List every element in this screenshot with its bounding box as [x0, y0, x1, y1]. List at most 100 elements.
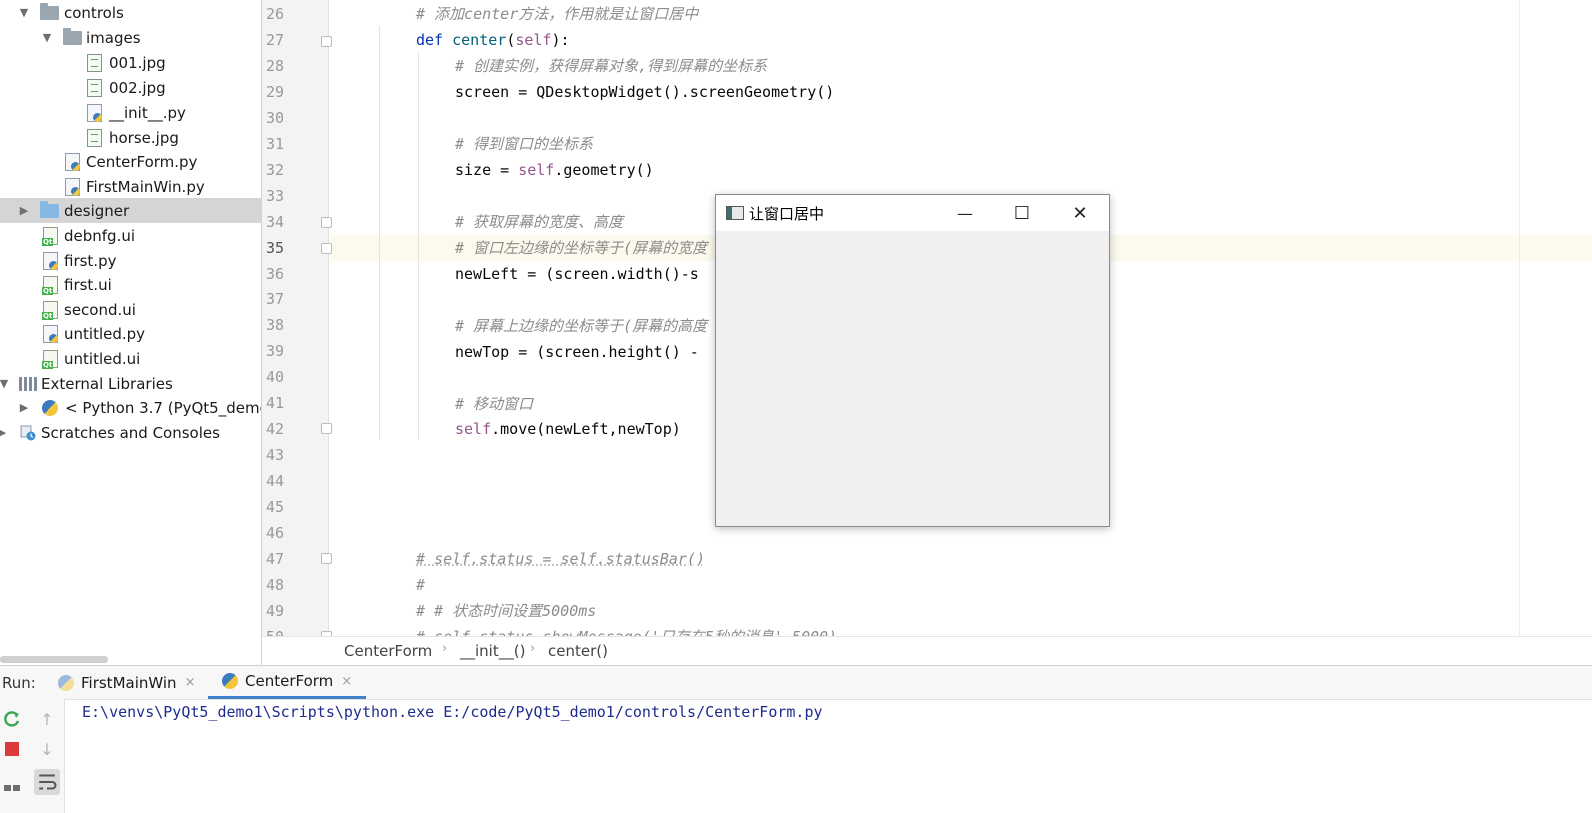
image-file-icon	[87, 129, 102, 147]
fold-marker[interactable]	[321, 243, 332, 254]
tree-item-label: second.ui	[64, 300, 136, 319]
tree-item-label: debnfg.ui	[64, 226, 136, 245]
code-comment: # 得到窗口的坐标系	[455, 135, 594, 153]
chevron-down-icon[interactable]: ▼	[18, 6, 30, 19]
tree-item-label: CenterForm.py	[86, 152, 198, 171]
breadcrumb-item-init[interactable]: __init__()	[460, 642, 525, 660]
line-number: 36	[265, 264, 284, 283]
tab-centerform[interactable]: CenterForm ×	[208, 666, 367, 699]
tree-item-firstmainwin-py[interactable]: FirstMainWin.py	[0, 174, 261, 199]
line-number: 33	[265, 186, 284, 205]
python-file-icon	[65, 178, 80, 196]
window-app-icon	[726, 206, 744, 220]
tab-firstmainwin[interactable]: FirstMainWin ×	[58, 666, 195, 699]
line-number: 32	[265, 160, 284, 179]
chevron-right-icon[interactable]: ▶	[18, 401, 30, 414]
code-text: size =	[455, 161, 519, 179]
line-number: 44	[265, 472, 284, 491]
python-file-icon	[87, 104, 102, 122]
code-paren: ):	[551, 31, 570, 49]
tree-item-second-ui[interactable]: Qt second.ui	[0, 297, 261, 322]
window-client-area	[716, 231, 1109, 526]
window-titlebar[interactable]: 让窗口居中 — ☐ ✕	[716, 195, 1109, 231]
tree-item-untitled-ui[interactable]: Qt untitled.ui	[0, 346, 261, 371]
tree-horizontal-scrollbar[interactable]	[0, 656, 108, 663]
soft-wrap-icon[interactable]	[34, 769, 60, 795]
tree-item-label: 001.jpg	[109, 53, 166, 72]
tree-item-001-jpg[interactable]: 001.jpg	[0, 50, 261, 75]
close-icon[interactable]: ×	[341, 674, 352, 689]
arrow-down-icon[interactable]: ↓	[37, 739, 57, 759]
code-comment: # 屏幕上边缘的坐标等于(屏幕的高度	[455, 317, 708, 335]
tree-item-images[interactable]: ▼ images	[0, 25, 261, 50]
tree-item-scratches[interactable]: ▶ Scratches and Consoles	[0, 420, 261, 445]
tree-item-designer[interactable]: ▶ designer	[0, 198, 261, 223]
fold-marker[interactable]	[321, 553, 332, 564]
tree-item-debnfg-ui[interactable]: Qt debnfg.ui	[0, 223, 261, 248]
tree-item-002-jpg[interactable]: 002.jpg	[0, 75, 261, 100]
line-number: 31	[265, 134, 284, 153]
tree-item-external-libraries[interactable]: ▼ External Libraries	[0, 371, 261, 396]
centered-window[interactable]: 让窗口居中 — ☐ ✕	[715, 194, 1110, 527]
tree-item-label: untitled.py	[64, 324, 146, 343]
tree-item-centerform-py[interactable]: CenterForm.py	[0, 149, 261, 174]
scratches-icon	[20, 425, 36, 441]
tree-item-first-ui[interactable]: Qt first.ui	[0, 272, 261, 297]
tree-item-python-sdk[interactable]: ▶ < Python 3.7 (PyQt5_demo	[0, 395, 261, 420]
close-icon[interactable]: ×	[185, 675, 196, 690]
fold-marker[interactable]	[321, 217, 332, 228]
layout-icon[interactable]	[2, 777, 22, 797]
line-number: 30	[265, 108, 284, 127]
fold-marker[interactable]	[321, 423, 332, 434]
self-keyword: self	[515, 31, 552, 49]
tree-item-label: __init__.py	[109, 103, 186, 122]
code-comment: # 添加center方法，作用就是让窗口居中	[416, 5, 699, 23]
stop-icon[interactable]	[2, 739, 22, 759]
folder-icon	[40, 3, 59, 20]
indent-guide	[379, 26, 380, 440]
fold-marker[interactable]	[321, 36, 332, 47]
line-number: 45	[265, 498, 284, 517]
tree-item-untitled-py[interactable]: untitled.py	[0, 321, 261, 346]
chevron-down-icon[interactable]: ▼	[41, 31, 53, 44]
arrow-up-icon[interactable]: ↑	[37, 709, 57, 729]
tree-item-horse-jpg[interactable]: horse.jpg	[0, 125, 261, 150]
code-line: newLeft = (screen.width()-s	[455, 265, 699, 283]
python-icon	[58, 674, 74, 691]
python-file-icon	[43, 252, 58, 270]
libraries-icon	[19, 377, 37, 391]
folder-icon	[63, 28, 82, 45]
maximize-button[interactable]: ☐	[999, 195, 1045, 231]
line-number: 27	[265, 30, 284, 49]
code-comment: #	[416, 576, 426, 594]
rerun-icon[interactable]	[2, 709, 22, 729]
qt-ui-file-icon: Qt	[42, 276, 58, 295]
code-line: self.move(newLeft,newTop)	[455, 416, 681, 442]
line-number: 40	[265, 368, 284, 387]
close-button[interactable]: ✕	[1057, 195, 1103, 231]
python-file-icon	[43, 325, 58, 343]
line-number: 28	[265, 56, 284, 75]
chevron-right-icon[interactable]: ▶	[18, 204, 30, 217]
tree-item-label: untitled.ui	[64, 349, 141, 368]
tree-item-controls[interactable]: ▼ controls	[0, 0, 261, 25]
folder-icon	[40, 201, 59, 218]
tab-label: FirstMainWin	[81, 673, 177, 692]
minimize-button[interactable]: —	[942, 195, 988, 231]
line-number: 35	[265, 238, 284, 257]
breadcrumb-item-center[interactable]: center()	[548, 642, 608, 660]
chevron-down-icon[interactable]: ▼	[0, 377, 10, 390]
tree-item-first-py[interactable]: first.py	[0, 248, 261, 273]
code-comment: # 窗口左边缘的坐标等于(屏幕的宽度	[455, 239, 708, 257]
run-tool-window-header: Run: FirstMainWin × CenterForm ×	[0, 665, 1592, 700]
breadcrumb-item-class[interactable]: CenterForm	[344, 642, 432, 660]
tree-item-init-py[interactable]: __init__.py	[0, 100, 261, 125]
code-comment: # 创建实例，获得屏幕对象,得到屏幕的坐标系	[455, 57, 768, 75]
console-output[interactable]: E:\venvs\PyQt5_demo1\Scripts\python.exe …	[82, 703, 823, 721]
project-tree: ▼ controls ▼ images 001.jpg 002.jpg __in…	[0, 0, 262, 670]
line-number: 29	[265, 82, 284, 101]
line-number: 38	[265, 316, 284, 335]
chevron-right-icon[interactable]: ▶	[0, 426, 8, 439]
line-number: 26	[265, 5, 284, 23]
line-number: 43	[265, 446, 284, 465]
